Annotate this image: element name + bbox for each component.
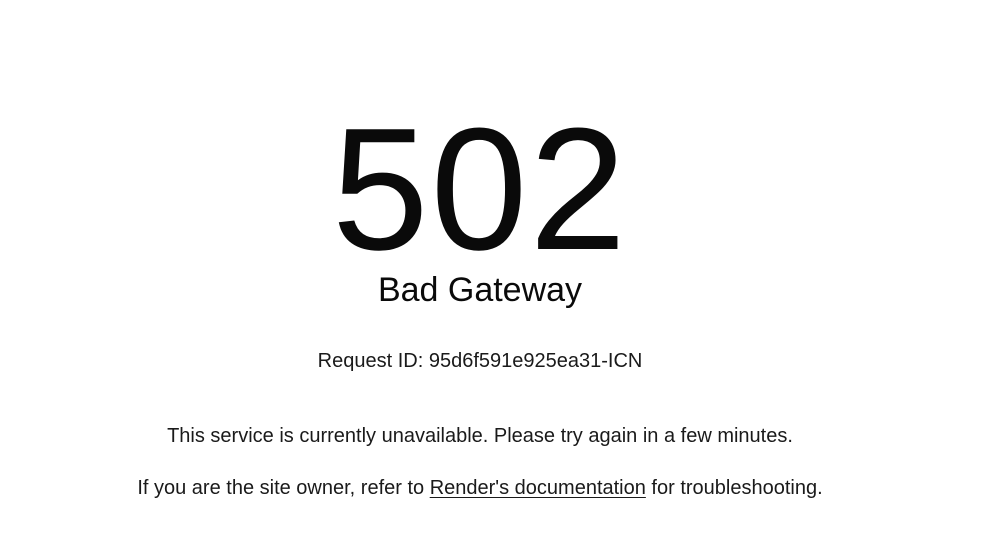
unavailable-message: This service is currently unavailable. P… — [167, 425, 793, 447]
render-documentation-link[interactable]: Render's documentation — [430, 477, 646, 499]
error-page: 502 Bad Gateway Request ID: 95d6f591e925… — [0, 0, 983, 560]
error-status: Bad Gateway — [377, 271, 583, 309]
request-id-line: Request ID: 95d6f591e925ea31-ICN — [0, 348, 960, 374]
owner-message-suffix: for troubleshooting. — [645, 477, 823, 499]
request-id-label: Request ID: — [317, 350, 424, 372]
owner-message-prefix: If you are the site owner, refer to — [137, 477, 430, 499]
request-id-value: 95d6f591e925ea31-ICN — [428, 350, 643, 372]
error-code: 502 — [331, 91, 629, 286]
owner-message: If you are the site owner, refer to Rend… — [0, 475, 960, 501]
